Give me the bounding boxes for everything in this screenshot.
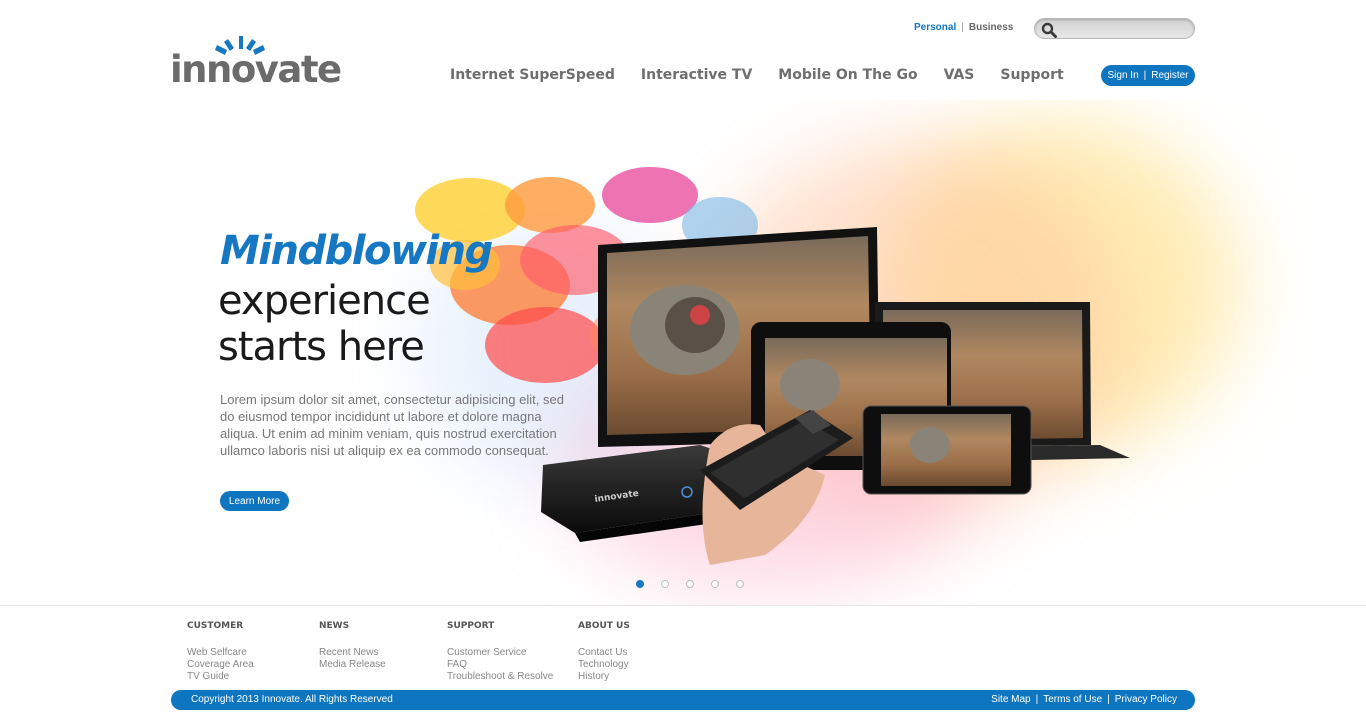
auth-pill: Sign In | Register xyxy=(1101,65,1195,86)
footer-link-separator: | xyxy=(1035,694,1039,705)
main-nav: Internet SuperSpeed Interactive TV Mobil… xyxy=(450,67,1064,83)
footer-col-title: CUSTOMER xyxy=(187,621,244,631)
slide-indicators xyxy=(636,580,744,588)
logo[interactable]: innovate xyxy=(170,36,342,90)
slide-dot-1[interactable] xyxy=(636,580,644,588)
search-icon[interactable] xyxy=(1041,22,1057,38)
footer-col-customer: CUSTOMER Web Selfcare Coverage Area TV G… xyxy=(187,621,254,683)
terms-of-use-link[interactable]: Terms of Use xyxy=(1043,694,1102,705)
keyboard-remote xyxy=(700,410,853,565)
privacy-policy-link[interactable]: Privacy Policy xyxy=(1115,694,1177,705)
footer-link-history[interactable]: History xyxy=(578,671,630,683)
search-box[interactable] xyxy=(1034,18,1195,39)
nav-interactive-tv[interactable]: Interactive TV xyxy=(641,67,752,83)
footer-col-title: ABOUT US xyxy=(578,621,630,631)
footer-link-media-release[interactable]: Media Release xyxy=(319,659,386,671)
footer-link-faq[interactable]: FAQ xyxy=(447,659,553,671)
footer-col-news: NEWS Recent News Media Release xyxy=(319,621,386,671)
footer-link-web-selfcare[interactable]: Web Selfcare xyxy=(187,647,254,659)
footer-link-customer-service[interactable]: Customer Service xyxy=(447,647,553,659)
footer-link-troubleshoot[interactable]: Troubleshoot & Resolve xyxy=(447,671,553,683)
footer-col-support: SUPPORT Customer Service FAQ Troubleshoo… xyxy=(447,621,553,683)
footer-col-title: SUPPORT xyxy=(447,621,495,631)
footer-col-title: NEWS xyxy=(319,621,350,631)
personal-link[interactable]: Personal xyxy=(914,22,956,33)
auth-separator: | xyxy=(1143,70,1147,81)
site-map-link[interactable]: Site Map xyxy=(991,694,1030,705)
copyright-text: Copyright 2013 Innovate. All Rights Rese… xyxy=(191,694,393,705)
nav-mobile-on-the-go[interactable]: Mobile On The Go xyxy=(778,67,917,83)
footer: CUSTOMER Web Selfcare Coverage Area TV G… xyxy=(0,605,1366,723)
slide-dot-5[interactable] xyxy=(736,580,744,588)
hero-headline: experience starts here xyxy=(218,278,431,370)
learn-more-button[interactable]: Learn More xyxy=(220,491,289,511)
footer-link-technology[interactable]: Technology xyxy=(578,659,630,671)
nav-internet-superspeed[interactable]: Internet SuperSpeed xyxy=(450,67,615,83)
footer-col-about-us: ABOUT US Contact Us Technology History xyxy=(578,621,630,683)
hero-headline-accent: Mindblowing xyxy=(220,228,493,274)
business-link[interactable]: Business xyxy=(969,22,1013,33)
footer-link-contact-us[interactable]: Contact Us xyxy=(578,647,630,659)
footer-link-separator: | xyxy=(1107,694,1110,705)
slide-dot-3[interactable] xyxy=(686,580,694,588)
nav-vas[interactable]: VAS xyxy=(944,67,975,83)
phone-device xyxy=(862,405,1032,495)
register-link[interactable]: Register xyxy=(1151,70,1188,81)
segment-switch: Personal | Business xyxy=(914,22,1013,33)
segment-separator: | xyxy=(961,22,964,33)
logo-wordmark: innovate xyxy=(170,48,342,91)
slide-dot-4[interactable] xyxy=(711,580,719,588)
footer-bottom-links: Site Map | Terms of Use | Privacy Policy xyxy=(991,694,1177,705)
footer-bar: Copyright 2013 Innovate. All Rights Rese… xyxy=(171,690,1195,710)
footer-link-coverage-area[interactable]: Coverage Area xyxy=(187,659,254,671)
footer-link-recent-news[interactable]: Recent News xyxy=(319,647,386,659)
hero-headline-line3: starts here xyxy=(218,324,425,370)
hero-description: Lorem ipsum dolor sit amet, consectetur … xyxy=(220,392,564,458)
hero-headline-line2: experience xyxy=(218,278,431,324)
nav-support[interactable]: Support xyxy=(1000,67,1063,83)
slide-dot-2[interactable] xyxy=(661,580,669,588)
sign-in-link[interactable]: Sign In xyxy=(1108,70,1139,81)
search-input[interactable] xyxy=(1061,21,1189,36)
footer-link-tv-guide[interactable]: TV Guide xyxy=(187,671,254,683)
hero-devices-image: innovate xyxy=(541,227,1130,565)
